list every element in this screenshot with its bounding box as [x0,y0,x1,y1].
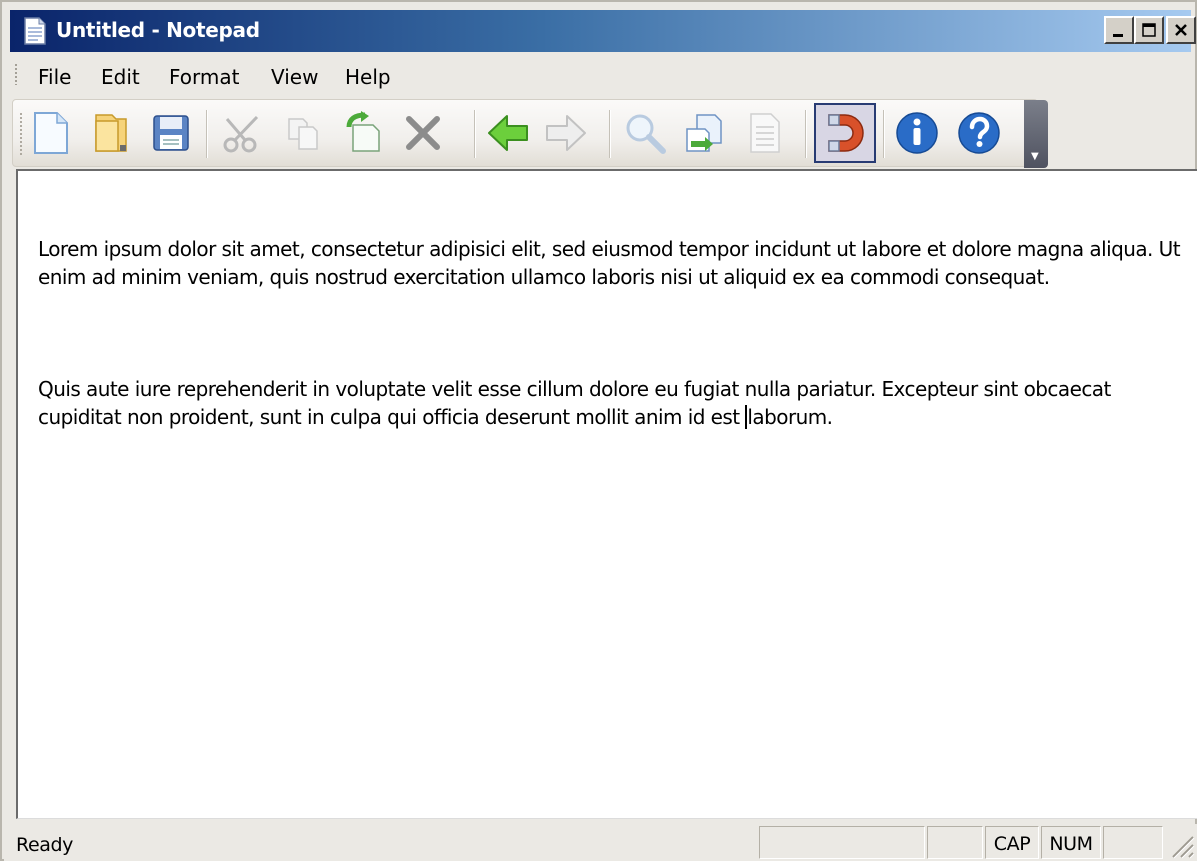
info-icon [896,112,938,154]
close-button[interactable] [1166,16,1196,44]
editor-content[interactable]: Lorem ipsum dolor sit amet, consectetur … [38,179,1188,515]
paragraph-1: Lorem ipsum dolor sit amet, consectetur … [38,237,1186,289]
new-button[interactable] [25,107,77,159]
cut-icon [223,115,259,153]
back-button[interactable] [483,107,535,159]
paste-icon [346,111,380,152]
notepad-icon [24,17,46,45]
overflow-chevron-icon: ▼ [1031,151,1039,162]
open-button[interactable] [85,107,137,159]
toolbar: ▼ [12,99,1048,168]
status-bar: Ready CAP NUM [4,824,1197,861]
cut-button[interactable] [217,107,269,159]
toolbar-grip[interactable] [19,112,23,156]
find-icon [626,114,666,154]
paste-button[interactable] [337,107,389,159]
delete-icon [406,116,440,150]
delete-button[interactable] [397,107,449,159]
copy-icon [288,118,318,150]
toolbar-separator [474,110,476,158]
replace-button[interactable] [679,107,731,159]
maximize-button[interactable] [1134,16,1164,44]
resize-grip-icon[interactable] [1167,831,1195,859]
close-icon [1175,24,1187,36]
magnet-icon [828,114,864,152]
redo-arrow-icon [546,115,586,151]
forward-button[interactable] [539,107,591,159]
caps-lock-indicator: CAP [985,826,1039,859]
minimize-icon [1113,34,1123,37]
paragraph-2-text: Quis aute iure reprehenderit in voluptat… [38,377,1117,429]
paragraph-2: Quis aute iure reprehenderit in voluptat… [38,375,1188,431]
toolbar-separator [206,110,208,158]
menu-bar: File Edit Format View Help [10,57,1191,95]
menu-format[interactable]: Format [169,65,239,89]
minimize-button[interactable] [1104,16,1134,44]
menu-grip[interactable] [14,63,18,85]
page-icon [750,113,780,153]
toolbar-separator [805,110,807,158]
page-button[interactable] [739,107,791,159]
status-panel [1103,826,1163,859]
paragraph-2-tail: laborum. [747,405,833,429]
status-text: Ready [16,834,73,856]
copy-button[interactable] [277,107,329,159]
new-document-icon [34,112,68,154]
num-lock-indicator: NUM [1041,826,1101,859]
open-folder-icon [95,114,127,152]
info-button[interactable] [891,107,943,159]
replace-icon [686,114,722,152]
notepad-window: Untitled - Notepad File Edit Format View… [0,0,1197,861]
menu-edit[interactable]: Edit [101,65,140,89]
status-panel [927,826,983,859]
maximize-icon [1142,23,1156,37]
magnet-button[interactable] [814,103,876,163]
help-button[interactable] [953,107,1005,159]
undo-arrow-icon [488,115,528,151]
toolbar-separator [883,110,885,158]
find-button[interactable] [619,107,671,159]
status-panel [759,826,925,859]
menu-view[interactable]: View [271,65,318,89]
menu-file[interactable]: File [38,65,71,89]
help-icon [958,112,1000,154]
title-bar[interactable]: Untitled - Notepad [10,10,1196,52]
toolbar-separator [609,110,611,158]
toolbar-overflow-button[interactable]: ▼ [1024,100,1048,168]
save-icon [153,115,189,151]
save-button[interactable] [145,107,197,159]
menu-help[interactable]: Help [345,65,391,89]
window-title: Untitled - Notepad [56,18,260,42]
text-editor[interactable]: Lorem ipsum dolor sit amet, consectetur … [16,169,1197,819]
